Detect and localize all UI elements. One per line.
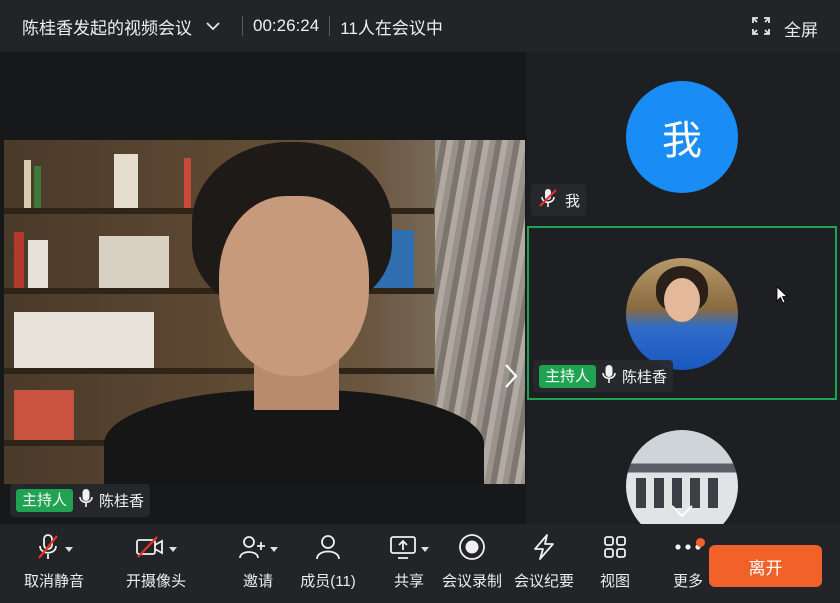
share-label: 共享 xyxy=(393,573,424,590)
participant-panel: 我 我 主持人 陈桂香 xyxy=(527,52,840,524)
microphone-icon xyxy=(79,488,93,513)
speaker-name-tag: 主持人 陈桂香 xyxy=(10,484,151,517)
chevron-down-icon[interactable] xyxy=(206,19,220,33)
avatar xyxy=(626,258,738,370)
speaker-name: 陈桂香 xyxy=(99,493,145,510)
unmute-label: 取消静音 xyxy=(23,573,84,590)
chevron-down-icon[interactable] xyxy=(670,504,694,518)
grid-view-icon xyxy=(604,536,626,558)
host-badge: 主持人 xyxy=(16,489,74,512)
lightning-icon xyxy=(534,534,554,560)
members-label: 成员(11) xyxy=(300,573,356,590)
record-button[interactable]: 会议录制 xyxy=(440,524,504,603)
participant-tile-host[interactable]: 主持人 陈桂香 xyxy=(527,226,837,400)
invite-button[interactable]: 邀请 xyxy=(236,524,280,603)
microphone-icon xyxy=(602,364,616,389)
host-name-tag: 主持人 陈桂香 xyxy=(533,360,674,392)
camera-label: 开摄像头 xyxy=(125,573,186,590)
participant-count[interactable]: 11人在会议中 xyxy=(340,14,443,39)
chevron-right-icon[interactable] xyxy=(503,362,519,390)
more-label: 更多 xyxy=(672,573,703,590)
divider xyxy=(242,16,243,36)
unmute-button[interactable]: 取消静音 xyxy=(20,524,88,603)
speaker-video[interactable] xyxy=(4,140,525,484)
camera-button[interactable]: 开摄像头 xyxy=(122,524,190,603)
share-screen-icon xyxy=(390,536,416,559)
fullscreen-label: 全屏 xyxy=(784,21,818,40)
avatar: 我 xyxy=(626,81,738,193)
notification-dot xyxy=(696,538,705,547)
host-badge: 主持人 xyxy=(539,364,597,388)
view-button[interactable]: 视图 xyxy=(595,524,635,603)
me-name-tag: 我 xyxy=(531,184,587,216)
add-user-icon xyxy=(239,536,265,559)
meeting-title[interactable]: 陈桂香发起的视频会议 xyxy=(22,14,192,39)
divider xyxy=(329,16,331,36)
participant-name: 我 xyxy=(565,192,581,210)
caret-icon[interactable] xyxy=(65,546,73,552)
title-bar: 陈桂香发起的视频会议 00:26:24 11人在会议中 全屏 xyxy=(0,0,840,52)
record-label: 会议录制 xyxy=(441,573,502,590)
microphone-muted-icon xyxy=(537,187,559,214)
minutes-button[interactable]: 会议纪要 xyxy=(512,524,576,603)
view-label: 视图 xyxy=(599,573,630,590)
more-button[interactable]: 更多 xyxy=(668,524,708,603)
invite-label: 邀请 xyxy=(242,573,273,590)
caret-icon[interactable] xyxy=(169,546,177,552)
minutes-label: 会议纪要 xyxy=(513,573,574,590)
fullscreen-icon xyxy=(752,17,770,40)
main-video-area: 主持人 陈桂香 xyxy=(0,52,526,524)
share-button[interactable]: 共享 xyxy=(383,524,435,603)
meeting-timer: 00:26:24 xyxy=(253,16,320,35)
camera-off-icon xyxy=(136,536,163,558)
participant-tile-me[interactable]: 我 我 xyxy=(527,52,840,224)
users-icon xyxy=(316,535,340,560)
mouse-cursor-icon xyxy=(776,286,788,304)
record-icon xyxy=(459,534,485,560)
caret-icon[interactable] xyxy=(270,546,278,552)
caret-icon[interactable] xyxy=(421,546,429,552)
participant-name: 陈桂香 xyxy=(622,368,668,386)
meeting-toolbar: 取消静音 开摄像头 邀请 成员(11) 共享 会议录制 会议纪要 视图 更多 离… xyxy=(0,524,840,603)
leave-button[interactable]: 离开 xyxy=(709,545,822,587)
members-button[interactable]: 成员(11) xyxy=(297,524,359,603)
microphone-muted-icon xyxy=(38,534,58,559)
fullscreen-button[interactable]: 全屏 xyxy=(752,16,818,41)
